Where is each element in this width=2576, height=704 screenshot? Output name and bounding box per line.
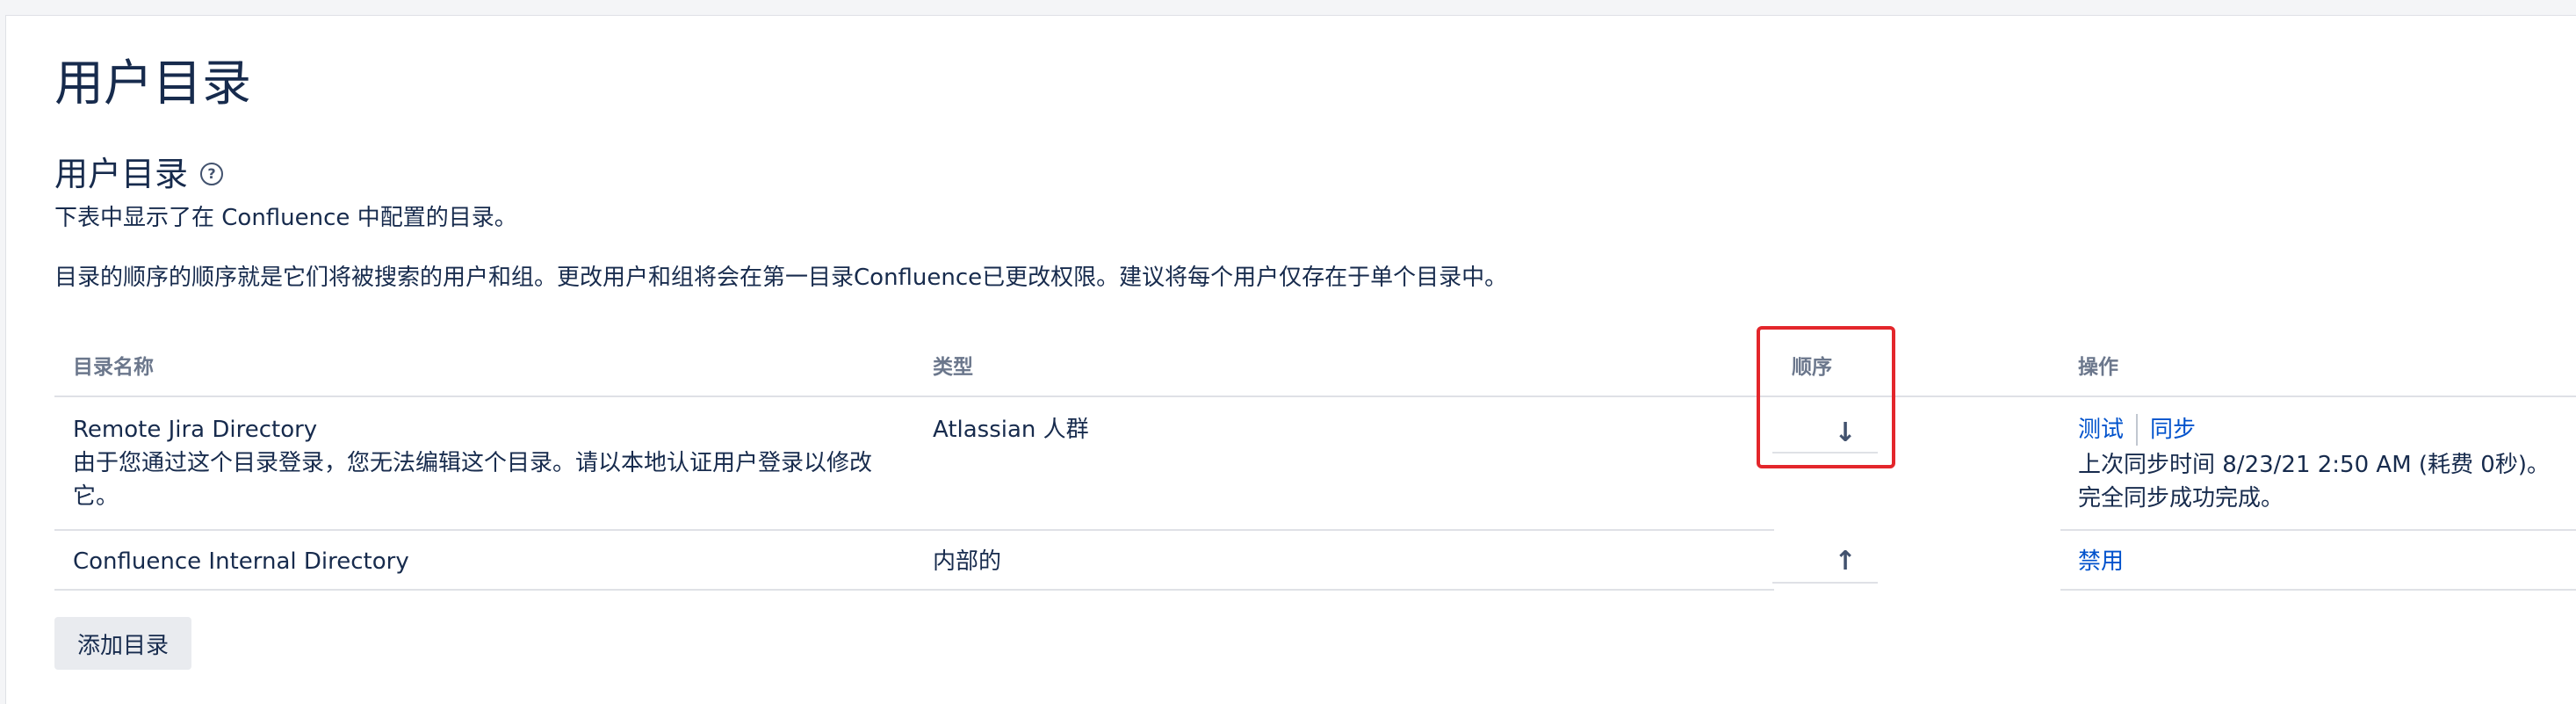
description-text: 下表中显示了在 Confluence 中配置的目录。 xyxy=(54,205,517,231)
order-description-text: 目录的顺序的顺序就是它们将被搜索的用户和组。更改用户和组将会在第一目录Confl… xyxy=(54,265,1508,291)
row-actions: 测试 同步 xyxy=(2078,413,2196,446)
row-divider xyxy=(54,529,1774,531)
order-column-highlight xyxy=(1757,326,1895,468)
test-link[interactable]: 测试 xyxy=(2078,413,2124,446)
last-sync-status: 上次同步时间 8/23/21 2:50 AM (耗费 0秒)。 xyxy=(2078,452,2550,478)
directory-name: Remote Jira Directory xyxy=(73,417,318,443)
section-header: 用户目录 ? xyxy=(54,151,224,197)
disable-link[interactable]: 禁用 xyxy=(2078,548,2124,575)
directory-name: Confluence Internal Directory xyxy=(73,548,409,575)
sync-link[interactable]: 同步 xyxy=(2150,413,2196,446)
column-header-name: 目录名称 xyxy=(73,356,154,379)
question-circle-icon[interactable]: ? xyxy=(200,163,224,185)
page-title: 用户目录 xyxy=(54,55,251,112)
directory-edit-note: 由于您通过这个目录登录，您无法编辑这个目录。请以本地认证用户登录以修改它。 xyxy=(73,450,873,510)
section-title: 用户目录 xyxy=(54,155,189,193)
row-divider xyxy=(2060,589,2576,591)
content-panel xyxy=(5,15,2576,704)
row-actions: 禁用 xyxy=(2078,545,2124,578)
header-divider xyxy=(54,396,2576,397)
directory-type: Atlassian 人群 xyxy=(933,417,1089,443)
directory-type: 内部的 xyxy=(933,548,1002,575)
sync-result-status: 完全同步成功完成。 xyxy=(2078,485,2284,512)
row-divider xyxy=(2060,529,2576,531)
row-divider xyxy=(54,589,1774,591)
arrow-up-icon[interactable]: ↑ xyxy=(1792,534,1899,587)
add-directory-button[interactable]: 添加目录 xyxy=(54,617,191,670)
column-header-operations: 操作 xyxy=(2078,356,2118,379)
order-cell-bottom-border xyxy=(1772,582,1878,584)
action-separator xyxy=(2136,414,2139,446)
column-header-type: 类型 xyxy=(933,356,973,379)
